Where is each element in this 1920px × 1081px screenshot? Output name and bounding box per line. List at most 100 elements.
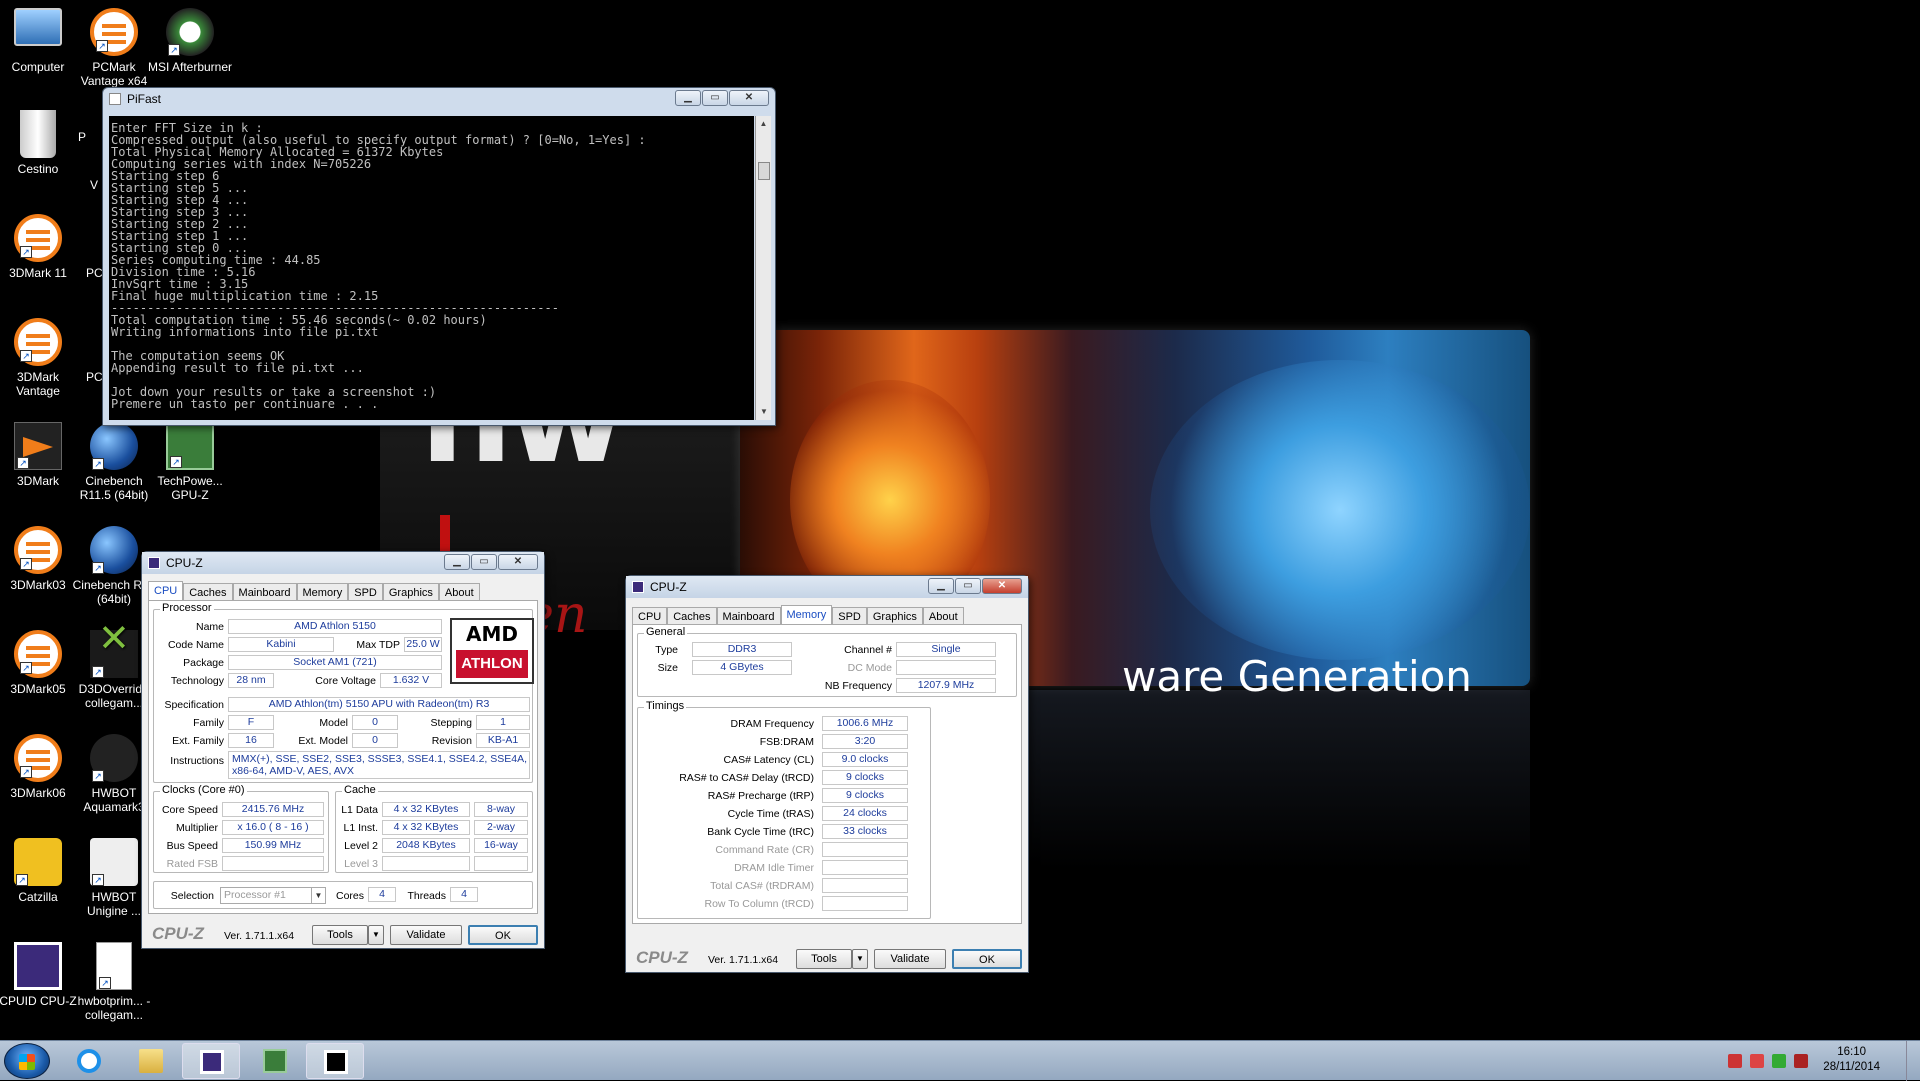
family-value: F bbox=[228, 715, 274, 730]
tab-graphics[interactable]: Graphics bbox=[866, 607, 923, 625]
type-label: Type bbox=[655, 644, 678, 656]
tools-dropdown-chevron-icon[interactable]: ▼ bbox=[368, 925, 384, 945]
desktop-icon-label: 3DMark Vantage bbox=[16, 370, 60, 398]
tools-button[interactable]: Tools bbox=[312, 925, 368, 945]
pifast-window[interactable]: PiFast ▁ ▭ ✕ Enter FFT Size in k : Compre… bbox=[102, 87, 776, 426]
clock-date: 28/11/2014 bbox=[1823, 1061, 1880, 1073]
cpuid-cpuz-icon bbox=[14, 942, 62, 990]
total-cas-label: Total CAS# (tRDRAM) bbox=[710, 880, 814, 892]
revision-label: Revision bbox=[431, 735, 472, 747]
threads-value: 4 bbox=[450, 887, 478, 902]
ok-button[interactable]: OK bbox=[468, 925, 538, 945]
tab-caches[interactable]: Caches bbox=[667, 607, 717, 625]
model-value: 0 bbox=[352, 715, 398, 730]
console-text: Enter FFT Size in k : Compressed output (… bbox=[111, 122, 646, 410]
console-output[interactable]: Enter FFT Size in k : Compressed output (… bbox=[109, 116, 754, 420]
desktop-icon-3dmark11[interactable]: ↗ 3DMark 11 bbox=[0, 214, 82, 280]
action-center-icon[interactable] bbox=[1772, 1054, 1786, 1068]
timings-group: Timings DRAM Frequency 1006.6 MHz FSB:DR… bbox=[637, 700, 931, 919]
core-voltage-value: 1.632 V bbox=[380, 673, 442, 688]
tray-app-icon[interactable] bbox=[1794, 1054, 1808, 1068]
cpuz-cpu-window[interactable]: CPU-Z ▁ ▭ ✕ CPU Caches Mainboard Memory … bbox=[141, 551, 545, 949]
minimize-button[interactable]: ▁ bbox=[928, 578, 954, 594]
cpuz-titlebar[interactable]: CPU-Z ▁ ▭ ✕ bbox=[142, 552, 544, 574]
scroll-down-arrow-icon[interactable]: ▼ bbox=[756, 404, 772, 420]
close-button[interactable]: ✕ bbox=[498, 554, 538, 570]
cores-label: Cores bbox=[335, 890, 364, 902]
maximize-button[interactable]: ▭ bbox=[471, 554, 497, 570]
taskbar-gpuz[interactable] bbox=[246, 1043, 304, 1079]
desktop-icon-cinebench-r115[interactable]: ↗ Cinebench R11.5 (64bit) bbox=[70, 422, 158, 502]
rated-fsb-label: Rated FSB bbox=[166, 858, 218, 870]
minimize-button[interactable]: ▁ bbox=[675, 90, 701, 106]
tab-cpu[interactable]: CPU bbox=[148, 581, 184, 601]
desktop-icon-msi-afterburner[interactable]: ↗ MSI Afterburner bbox=[146, 8, 234, 74]
code-name-label: Code Name bbox=[167, 639, 224, 651]
ok-button[interactable]: OK bbox=[952, 949, 1022, 969]
console-scrollbar[interactable]: ▲ ▼ bbox=[755, 116, 771, 420]
wallpaper-tagline: ware Generation bbox=[1122, 652, 1472, 701]
tab-spd[interactable]: SPD bbox=[832, 607, 867, 625]
taskbar-internet-explorer[interactable] bbox=[60, 1043, 118, 1079]
level3-label: Level 3 bbox=[344, 858, 378, 870]
desktop-icon-hwbotprime[interactable]: ↗ hwbotprim... - collegam... bbox=[70, 942, 158, 1022]
tab-cpu[interactable]: CPU bbox=[632, 607, 668, 625]
tab-mainboard[interactable]: Mainboard bbox=[716, 607, 781, 625]
ras-precharge-value: 9 clocks bbox=[822, 788, 908, 803]
tab-mainboard[interactable]: Mainboard bbox=[232, 583, 297, 601]
tab-graphics[interactable]: Graphics bbox=[382, 583, 439, 601]
group-label: Processor bbox=[160, 602, 214, 614]
tab-memory[interactable]: Memory bbox=[296, 583, 349, 601]
desktop-icon-pcmark-vantage[interactable]: ↗ PCMark Vantage x64 bbox=[70, 8, 158, 88]
tab-memory[interactable]: Memory bbox=[780, 605, 833, 625]
desktop-icon-label: TechPowe... GPU-Z bbox=[157, 474, 223, 502]
version-label: Ver. 1.71.1.x64 bbox=[224, 930, 295, 942]
taskbar-clock[interactable]: 16:10 28/11/2014 bbox=[1823, 1045, 1880, 1075]
3dmark-vantage-icon: ↗ bbox=[14, 318, 62, 366]
tab-about[interactable]: About bbox=[922, 607, 964, 625]
cpuz-memory-window[interactable]: CPU-Z ▁ ▭ ✕ CPU Caches Mainboard Memory … bbox=[625, 575, 1029, 973]
processor-group: Processor AMD ATHLON Name AMD Athlon 515… bbox=[153, 602, 534, 783]
cpuz-titlebar[interactable]: CPU-Z ▁ ▭ ✕ bbox=[626, 576, 1028, 598]
cas-latency-label: CAS# Latency (CL) bbox=[723, 754, 814, 766]
console-line: Appending result to file pi.txt ... bbox=[111, 361, 364, 375]
tab-spd[interactable]: SPD bbox=[348, 583, 383, 601]
desktop-icon-gpu-z[interactable]: ↗ TechPowe... GPU-Z bbox=[146, 422, 234, 502]
cores-value: 4 bbox=[368, 887, 396, 902]
level3-ways bbox=[474, 856, 528, 871]
instructions-label: Instructions bbox=[170, 755, 224, 767]
minimize-button[interactable]: ▁ bbox=[444, 554, 470, 570]
multiplier-label: Multiplier bbox=[175, 822, 218, 834]
close-button[interactable]: ✕ bbox=[982, 578, 1022, 594]
scroll-thumb[interactable] bbox=[758, 162, 770, 180]
tools-dropdown-chevron-icon[interactable]: ▼ bbox=[852, 949, 868, 969]
stepping-label: Stepping bbox=[430, 717, 472, 729]
group-label: Timings bbox=[644, 700, 687, 712]
validate-button[interactable]: Validate bbox=[874, 949, 946, 969]
taskbar-cpuz[interactable] bbox=[182, 1043, 240, 1079]
volume-muted-icon[interactable] bbox=[1728, 1054, 1742, 1068]
start-button[interactable] bbox=[4, 1043, 50, 1079]
taskbar-pifast[interactable] bbox=[306, 1043, 364, 1079]
pifast-titlebar[interactable]: PiFast ▁ ▭ ✕ bbox=[103, 88, 775, 110]
maximize-button[interactable]: ▭ bbox=[702, 90, 728, 106]
desktop-icon-recycle-bin[interactable]: Cestino bbox=[0, 110, 82, 176]
maximize-button[interactable]: ▭ bbox=[955, 578, 981, 594]
tab-about[interactable]: About bbox=[438, 583, 480, 601]
model-label: Model bbox=[319, 717, 348, 729]
taskbar-explorer[interactable] bbox=[122, 1043, 180, 1079]
processor-select[interactable]: Processor #1 ▼ bbox=[220, 887, 326, 904]
show-desktop-button[interactable] bbox=[1906, 1041, 1920, 1081]
validate-button[interactable]: Validate bbox=[390, 925, 462, 945]
wallpaper-ice bbox=[1150, 360, 1530, 660]
network-icon[interactable] bbox=[1750, 1054, 1764, 1068]
scroll-up-arrow-icon[interactable]: ▲ bbox=[756, 116, 771, 132]
dram-idle-timer-value bbox=[822, 860, 908, 875]
desktop-icon-3dmark-vantage[interactable]: ↗ 3DMark Vantage bbox=[0, 318, 82, 398]
dram-frequency-value: 1006.6 MHz bbox=[822, 716, 908, 731]
close-button[interactable]: ✕ bbox=[729, 90, 769, 106]
clock-time: 16:10 bbox=[1837, 1046, 1867, 1058]
tools-button[interactable]: Tools bbox=[796, 949, 852, 969]
nb-frequency-value: 1207.9 MHz bbox=[896, 678, 996, 693]
tab-caches[interactable]: Caches bbox=[183, 583, 233, 601]
